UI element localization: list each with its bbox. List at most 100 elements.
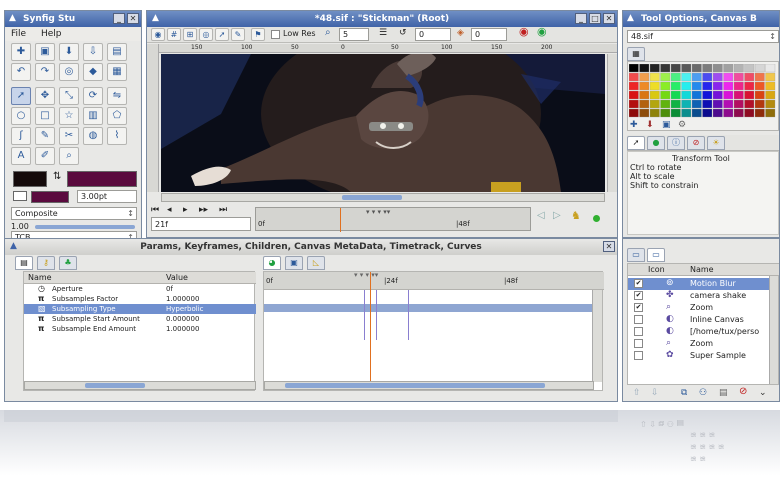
palette-swatch[interactable] bbox=[723, 81, 734, 91]
next-keyframe-icon[interactable]: ▷ bbox=[553, 211, 561, 221]
canvas-titlebar[interactable]: ▲ *48.sif : "Stickman" (Root) _ □ ✕ bbox=[147, 11, 617, 27]
palette-swatch[interactable] bbox=[744, 81, 755, 91]
redo-icon[interactable]: ↷ bbox=[35, 63, 55, 81]
vertical-scrollbar[interactable] bbox=[607, 54, 617, 192]
close-button[interactable]: ✕ bbox=[603, 241, 615, 252]
palette-swatch[interactable] bbox=[649, 81, 660, 91]
palette-swatch[interactable] bbox=[681, 64, 692, 73]
palette-swatch[interactable] bbox=[723, 64, 734, 73]
param-value[interactable]: 0f bbox=[166, 284, 173, 294]
timetrack-tab-icon[interactable]: ◕ bbox=[263, 256, 281, 270]
toggle-ducks-icon[interactable]: ◉ bbox=[151, 28, 165, 41]
palette-swatch[interactable] bbox=[754, 90, 765, 100]
palette-swatch[interactable] bbox=[765, 90, 776, 100]
palette-swatch[interactable] bbox=[691, 90, 702, 100]
table-row[interactable]: ▧ Subsampling Type Hyperbolic bbox=[24, 304, 256, 314]
palette-swatch[interactable] bbox=[712, 64, 723, 73]
param-value[interactable]: Hyperbolic bbox=[166, 304, 204, 314]
table-row[interactable]: π Subsample End Amount 1.000000 bbox=[24, 324, 256, 334]
palette-swatch[interactable] bbox=[639, 90, 650, 100]
palette-swatch[interactable] bbox=[723, 99, 734, 109]
history-tab-icon[interactable]: ⊘ bbox=[687, 136, 705, 150]
render-icon[interactable]: ◎ bbox=[59, 63, 79, 81]
palette-swatch[interactable] bbox=[670, 72, 681, 82]
curves-tab-icon[interactable]: ◺ bbox=[307, 256, 325, 270]
draw-tool-icon[interactable]: ✎ bbox=[35, 127, 55, 145]
timetrack-hscroll[interactable] bbox=[264, 381, 594, 390]
table-row[interactable]: π Subsample Start Amount 0.000000 bbox=[24, 314, 256, 324]
palette-swatch[interactable] bbox=[629, 64, 639, 73]
transform-tool-icon[interactable]: ➚ bbox=[11, 87, 31, 105]
gradient-tool-icon[interactable]: ▥ bbox=[83, 107, 103, 125]
palette-swatch[interactable] bbox=[723, 90, 734, 100]
timetrack-selected-row[interactable] bbox=[264, 304, 594, 312]
tool-options-tab-icon[interactable]: ➚ bbox=[627, 136, 645, 150]
palette-swatch[interactable] bbox=[649, 72, 660, 82]
set-layer-desc-icon[interactable]: ▤ bbox=[719, 388, 728, 398]
palette-swatch[interactable] bbox=[702, 81, 713, 91]
menu-help[interactable]: Help bbox=[41, 29, 62, 39]
name-column-header[interactable]: Name bbox=[28, 273, 52, 283]
polygon-tool-icon[interactable]: ⬠ bbox=[107, 107, 127, 125]
navigator-tab-icon[interactable]: ● bbox=[647, 136, 665, 150]
canvas-browser-select[interactable]: 48.sif bbox=[627, 30, 779, 43]
palette-swatch[interactable] bbox=[712, 81, 723, 91]
quality-field[interactable]: 5 bbox=[339, 28, 369, 41]
palette-swatch[interactable] bbox=[691, 72, 702, 82]
palette-swatch[interactable] bbox=[702, 72, 713, 82]
icon-column-header[interactable]: Icon bbox=[648, 265, 665, 275]
palette-swatch[interactable] bbox=[712, 72, 723, 82]
palette-swatch[interactable] bbox=[670, 99, 681, 109]
params-tab-icon[interactable]: ▤ bbox=[15, 256, 33, 270]
save-all-icon[interactable]: ▤ bbox=[107, 43, 127, 61]
layer-row[interactable]: ⌕ Zoom bbox=[628, 338, 770, 350]
onion-future-field[interactable]: 0 bbox=[471, 28, 507, 41]
rotate-tool-icon[interactable]: ⟳ bbox=[83, 87, 103, 105]
animation-mode-icon[interactable]: ♞ bbox=[571, 211, 581, 221]
palette-swatch[interactable] bbox=[754, 81, 765, 91]
palette-swatches[interactable] bbox=[629, 64, 779, 120]
param-value[interactable]: 0.000000 bbox=[166, 314, 199, 324]
close-button[interactable]: ✕ bbox=[127, 13, 139, 24]
delete-color-icon[interactable]: ⬇ bbox=[646, 120, 654, 130]
mini-fill-swatch[interactable] bbox=[31, 191, 69, 203]
palette-swatch[interactable] bbox=[660, 64, 671, 73]
palette-swatch[interactable] bbox=[744, 90, 755, 100]
palette-swatch[interactable] bbox=[712, 108, 723, 118]
time-slider[interactable]: 0f |48f ▾ ▾ ▾ ▾▾ bbox=[255, 207, 531, 232]
toolbox-titlebar[interactable]: ▲ Synfig Stu _ ✕ bbox=[5, 11, 141, 27]
layer-toggle-checkbox[interactable]: ✔ bbox=[634, 303, 643, 312]
palette-swatch[interactable] bbox=[733, 72, 744, 82]
palette-swatch[interactable] bbox=[660, 81, 671, 91]
new-file-icon[interactable]: ✚ bbox=[11, 43, 31, 61]
sketch-tool-icon[interactable]: ✐ bbox=[35, 147, 55, 165]
layers-tab-icon[interactable]: ▭ bbox=[627, 248, 645, 262]
palette-swatch[interactable] bbox=[629, 108, 639, 118]
palette-swatch[interactable] bbox=[639, 72, 650, 82]
palette-swatch[interactable] bbox=[765, 99, 776, 109]
palette-swatch[interactable] bbox=[744, 99, 755, 109]
play-icon[interactable]: ▸ bbox=[183, 205, 188, 215]
stop-render-icon[interactable]: ◉ bbox=[519, 27, 529, 37]
seek-end-icon[interactable]: ⏭ bbox=[219, 205, 227, 215]
palette-swatch[interactable] bbox=[744, 64, 755, 73]
layer-toggle-checkbox[interactable] bbox=[634, 327, 643, 336]
zoom-tool-icon[interactable]: ⌕ bbox=[59, 147, 79, 165]
palette-swatch[interactable] bbox=[670, 81, 681, 91]
palette-swatch[interactable] bbox=[649, 108, 660, 118]
palette-swatch[interactable] bbox=[691, 64, 702, 73]
width-field[interactable]: 3.00pt bbox=[77, 190, 137, 203]
params-titlebar[interactable]: ▲ Params, Keyframes, Children, Canvas Me… bbox=[5, 239, 617, 255]
onion-past-field[interactable]: 0 bbox=[415, 28, 451, 41]
rectangle-tool-icon[interactable]: □ bbox=[35, 107, 55, 125]
palette-swatch[interactable] bbox=[681, 90, 692, 100]
cutout-tool-icon[interactable]: ✂ bbox=[59, 127, 79, 145]
render-preview-icon[interactable]: ✎ bbox=[231, 28, 245, 41]
eyedrop-tool-icon[interactable]: ⌇ bbox=[107, 127, 127, 145]
children-tab-icon[interactable]: ♣ bbox=[59, 256, 77, 270]
minimize-button[interactable]: _ bbox=[113, 13, 125, 24]
canvas-drawing-area[interactable] bbox=[161, 54, 605, 192]
value-column-header[interactable]: Value bbox=[166, 273, 188, 283]
palette-swatch[interactable] bbox=[629, 99, 639, 109]
palette-swatch[interactable] bbox=[754, 99, 765, 109]
